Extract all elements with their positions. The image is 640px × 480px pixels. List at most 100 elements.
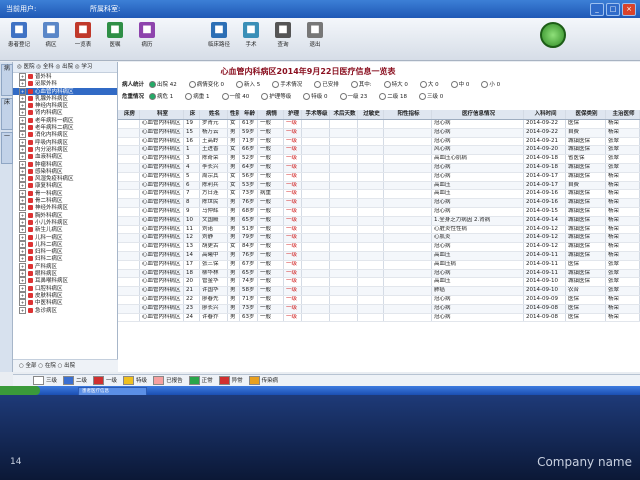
table-row[interactable]: 心血管内科病区 11 刘诺男 51岁 一般 一级 心脏炎性性病 2014-09-12 城镇医保杨… [118,225,640,235]
filter-option[interactable]: 病危 1 [149,93,179,100]
expand-icon[interactable]: + [19,284,26,292]
tree-item[interactable]: + 泌尿外科 [13,80,117,88]
expand-icon[interactable]: + [19,233,26,241]
expand-icon[interactable]: + [19,138,26,146]
table-row[interactable]: 心血管内科病区 7 方日连女 73岁 病重 一级 高血压 2014-09-16 城镇医保 杨荣 [118,190,640,200]
column-header[interactable]: 床 [184,110,200,119]
table-row[interactable]: 心血管内科病区 6 陈利兵女 53岁 一般 一级 高血压 2014-09-17 自费 杨荣 [118,181,640,191]
table-row[interactable]: 心血管内科病区 3 陈奇荣男 52岁 一般 一级 高血压心肌病 2014-09-18 省医保 张翠 [118,155,640,164]
filter-option[interactable]: 护理等级 [261,93,297,100]
expand-icon[interactable]: + [19,248,26,256]
tree-item[interactable]: + 血液科病区 [13,153,117,161]
maximize-button[interactable]: □ [606,3,620,16]
filter-option[interactable]: 新入 5 [236,81,266,88]
expand-icon[interactable]: + [19,182,26,190]
radio-icon[interactable] [419,81,427,88]
column-header[interactable]: 姓名 [200,110,228,119]
expand-icon[interactable]: + [19,226,26,234]
expand-icon[interactable]: + [19,131,26,139]
expand-icon[interactable]: + [19,102,26,110]
side-tab-3[interactable]: 一 [1,132,13,164]
radio-icon[interactable] [481,81,489,88]
column-header[interactable]: 医疗信息情况 [432,110,524,119]
radio-icon[interactable] [188,81,196,88]
radio-icon[interactable] [379,93,387,100]
expand-icon[interactable]: + [19,124,26,132]
expand-icon[interactable]: + [19,80,26,88]
tree-item[interactable]: + 耳鼻喉科病区 [13,277,117,285]
table-row[interactable]: 心血管内科病区 20 管金华男 74岁 一般 一级 高血压 2014-09-10 城镇医保 张翠 [118,278,640,288]
table-row[interactable]: 心血管内科病区 24 许春乔男 63岁 一般 一级 冠心病 2014-09-08 医保 杨荣 [118,313,640,323]
table-row[interactable]: 心血管内科病区 13 胡更古女 84岁 一般 一级 冠心病 2014-09-12 城镇医保 杨荣 [118,243,640,252]
expand-icon[interactable]: + [19,153,26,161]
expand-icon[interactable]: + [19,306,26,314]
expand-icon[interactable]: + [19,160,26,168]
column-header[interactable]: 性别 [228,110,240,119]
filter-option[interactable]: 其中: [350,81,378,88]
expand-icon[interactable]: + [19,189,26,197]
tree-item[interactable]: + 口腔科病区 [13,284,117,292]
table-row[interactable]: 心血管内科病区 8 陈世民男 76岁 一般 一级 冠心病 2014-09-16 城镇医保 杨荣 [118,199,640,208]
tree-item[interactable]: + 肿瘤科病区 [13,160,117,168]
radio-icon[interactable] [149,81,157,88]
table-row[interactable]: 心血管内科病区 12 刘静男 79岁 一般 一级 心肌炎 2014-09-12 城镇医保 杨荣 [118,234,640,244]
tree-item[interactable]: + 老年病科二病区 [13,124,117,132]
tree-item[interactable]: + 乳腺外科病区 [13,94,117,102]
radio-icon[interactable] [272,81,280,88]
table-row[interactable]: 心血管内科病区 10 文国殿男 65岁 一般 一级 1.全身乏力病因 2.肾病 2014-09… [118,216,640,226]
column-header[interactable]: 过敏史 [358,110,384,119]
column-header[interactable]: 入科时间 [524,110,566,119]
tree-item[interactable]: + 妇科一病区 [13,248,117,256]
expand-icon[interactable]: + [19,197,26,205]
expand-icon[interactable]: + [19,270,26,278]
filter-option[interactable]: 小 0 [481,81,506,88]
table-row[interactable]: 心血管内科病区 16 王高岭男 71岁 一般 一级 冠心病 2014-09-21 城镇医保 张翠 [118,137,640,147]
filter-option[interactable]: 已安排 [314,81,345,88]
radio-icon[interactable] [236,81,244,88]
table-row[interactable]: 心血管内科病区 21 许国华男 58岁 一般 一级 肺癌 2014-09-10 农合 张翠 [118,287,640,296]
tree-item[interactable]: + 骨一科病区 [13,189,117,197]
toolbar-button-8[interactable]: ■ 退出 [302,22,328,48]
expand-icon[interactable]: + [19,262,26,270]
filter-option[interactable]: 二级 18 [379,93,413,100]
filter-option[interactable]: 特大 0 [383,81,414,88]
filter-option[interactable]: 病情变化 0 [188,81,230,88]
tree-item[interactable]: + 骨二科病区 [13,197,117,205]
column-header[interactable]: 科室 [140,110,184,119]
expand-icon[interactable]: + [19,204,26,212]
radio-icon[interactable] [261,93,269,100]
radio-icon[interactable] [185,93,193,100]
expand-icon[interactable]: + [19,240,26,248]
tree-item[interactable]: + 呼吸内科病区 [13,138,117,146]
table-row[interactable]: 心血管内科病区 14 高曦中男 76岁 一般 一级 高血压 2014-09-11 城镇医保 杨荣 [118,251,640,261]
expand-icon[interactable]: + [19,291,26,299]
column-header[interactable]: 年龄 [240,110,258,119]
tree-item[interactable]: + 胸外科病区 [13,211,117,219]
start-button[interactable] [0,386,40,395]
toolbar-button-5[interactable]: ■ 临床路径 [206,22,232,48]
tree-item[interactable]: + 神经外科病区 [13,204,117,212]
column-header[interactable]: 病情 [258,110,284,119]
table-row[interactable]: 心血管内科病区 5 周宗其女 56岁 一般 一级 冠心病 2014-09-17 城镇医保 杨荣 [118,172,640,182]
tree-item[interactable]: + 小儿外科病区 [13,218,117,226]
toolbar-button-7[interactable]: ■ 查询 [270,22,296,48]
expand-icon[interactable]: + [19,218,26,226]
filter-option[interactable]: 特级 0 [303,93,333,100]
tree-footer[interactable]: ○ 全部 ○ 在院 ○ 出院 [13,359,123,372]
column-header[interactable]: 手术等级 [302,110,330,119]
radio-icon[interactable] [221,93,229,100]
taskbar-item[interactable]: 患者医疗信息 [78,387,147,395]
radio-icon[interactable] [419,93,427,100]
tree-item[interactable]: + 儿科二病区 [13,240,117,248]
tree-item[interactable]: + 感染科病区 [13,167,117,175]
expand-icon[interactable]: + [19,175,26,183]
expand-icon[interactable]: + [19,116,26,124]
table-row[interactable]: 心血管内科病区 15 杨万云男 59岁 一般 一级 冠心病 2014-09-22 自费 杨荣 [118,128,640,138]
filter-option[interactable]: 大 0 [419,81,445,88]
table-row[interactable]: 心血管内科病区 9 马仲辉男 68岁 一般 一级 冠心病 2014-09-15 城镇医保 杨荣 [118,207,640,217]
toolbar-button-4[interactable]: ■ 病历 [134,22,160,48]
tree-item[interactable]: + 妇科二病区 [13,255,117,263]
tree-item[interactable]: + 急诊病区 [13,306,117,314]
column-header[interactable]: 阳性指标 [384,110,432,119]
filter-option[interactable]: 病重 1 [185,93,215,100]
